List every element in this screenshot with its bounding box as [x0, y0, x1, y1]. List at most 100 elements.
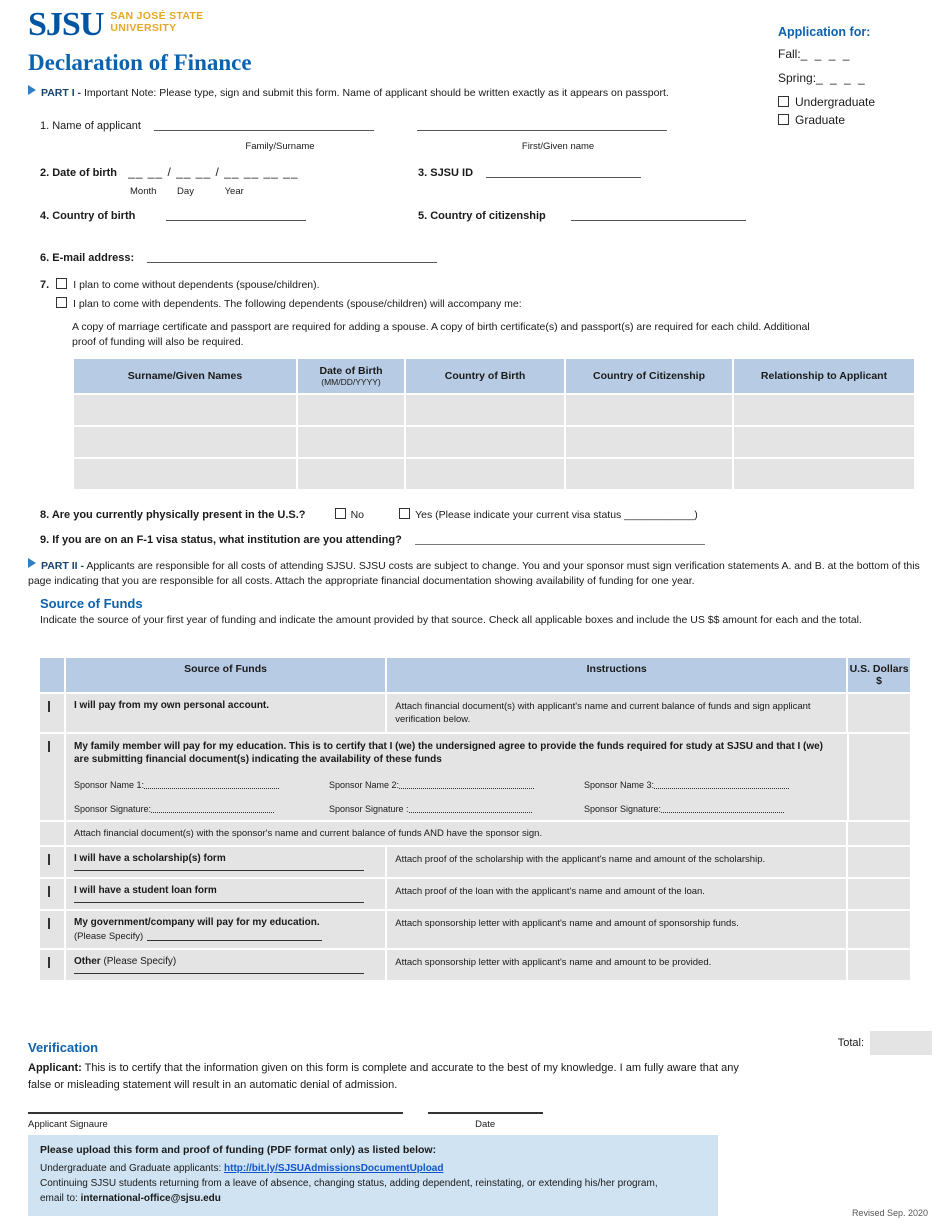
- dep-cell[interactable]: [566, 395, 732, 425]
- dep-col-dob: Date of Birth (MM/DD/YYYY): [298, 359, 404, 393]
- institution-input[interactable]: [414, 533, 705, 545]
- funds-row-2-check[interactable]: [40, 734, 64, 820]
- sponsor-2-signature-input[interactable]: [408, 802, 532, 813]
- family-surname-input[interactable]: [153, 118, 374, 131]
- sponsor-1-signature-input[interactable]: [151, 802, 275, 813]
- sjsu-id-input[interactable]: [486, 165, 642, 178]
- first-given-name-input[interactable]: [417, 118, 668, 131]
- part-2-text: Applicants are responsible for all costs…: [28, 560, 920, 587]
- sponsor-3-name-input[interactable]: [654, 778, 790, 789]
- funds-table: Source of Funds Instructions U.S. Dollar…: [40, 658, 910, 980]
- fall-input[interactable]: _ _ _ _: [801, 47, 852, 61]
- fall-row: Fall: _ _ _ _: [778, 47, 928, 61]
- funds-row-3-check[interactable]: [40, 847, 64, 877]
- checkbox-personal-account[interactable]: [48, 701, 50, 712]
- funds-row-3-instructions: Attach proof of the scholarship with the…: [387, 847, 847, 877]
- funds-row-5-check[interactable]: [40, 911, 64, 948]
- table-row[interactable]: [74, 395, 914, 425]
- funds-row-3-amount[interactable]: [848, 847, 910, 877]
- dep-cell[interactable]: [298, 395, 404, 425]
- logo-wordmark: SJSU: [28, 6, 104, 43]
- dep-col-country-birth: Country of Birth: [406, 359, 564, 393]
- checkbox-government-company[interactable]: [48, 918, 50, 929]
- funds-row-4-check[interactable]: [40, 879, 64, 909]
- funds-row-5-instructions: Attach sponsorship letter with applicant…: [387, 911, 847, 948]
- dep-cell[interactable]: [406, 427, 564, 457]
- funds-row-3-source-text: I will have a scholarship(s) form: [74, 853, 226, 864]
- application-for-block: Application for: Fall: _ _ _ _ Spring: _…: [778, 25, 928, 131]
- funds-row-4-source: I will have a student loan form: [66, 879, 386, 909]
- other-specify-input[interactable]: [74, 973, 364, 974]
- sjsu-logo: SJSU SAN JOSÉ STATE UNIVERSITY: [28, 8, 203, 42]
- dep-cell[interactable]: [406, 395, 564, 425]
- funds-row-2-amount[interactable]: [849, 734, 910, 820]
- dep-cell[interactable]: [74, 459, 296, 489]
- country-of-citizenship-input[interactable]: [570, 208, 746, 221]
- table-row: Attach financial document(s) with the sp…: [40, 822, 910, 845]
- checkbox-other[interactable]: [48, 957, 50, 968]
- country-of-birth-input[interactable]: [166, 208, 307, 221]
- q9-label: 9. If you are on an F-1 visa status, wha…: [40, 534, 402, 546]
- checkbox-us-presence-yes[interactable]: [399, 508, 411, 519]
- sponsor-2-signature: Sponsor Signature :: [329, 802, 584, 814]
- dep-cell[interactable]: [406, 459, 564, 489]
- dep-cell[interactable]: [734, 395, 914, 425]
- checkbox-scholarship[interactable]: [48, 854, 50, 865]
- government-specify-input[interactable]: [147, 928, 323, 941]
- email-input[interactable]: [147, 250, 438, 263]
- document-upload-link[interactable]: http://bit.ly/SJSUAdmissionsDocumentUplo…: [224, 1163, 443, 1174]
- question-7-option-2: I plan to come with dependents. The foll…: [56, 297, 522, 310]
- funds-row-5-amount[interactable]: [848, 911, 910, 948]
- sponsor-3-signature-input[interactable]: [661, 802, 785, 813]
- dep-cell[interactable]: [298, 459, 404, 489]
- applicant-signature-input[interactable]: [28, 1112, 403, 1114]
- spring-input[interactable]: _ _ _ _: [816, 71, 867, 85]
- scholarship-specify-input[interactable]: [74, 870, 364, 871]
- sponsor-3-signature: Sponsor Signature:: [584, 802, 839, 814]
- q3-label: 3. SJSU ID: [418, 167, 474, 179]
- sponsor-1-name-input[interactable]: [144, 778, 280, 789]
- undergraduate-option[interactable]: Undergraduate: [778, 95, 928, 109]
- table-row: My family member will pay for my educati…: [40, 734, 910, 820]
- loan-specify-input[interactable]: [74, 902, 364, 903]
- source-of-funds-desc: Indicate the source of your first year o…: [40, 614, 862, 626]
- checkbox-student-loan[interactable]: [48, 886, 50, 897]
- dob-input[interactable]: __ __ / __ __ / __ __ __ __: [128, 165, 298, 179]
- date-input[interactable]: [428, 1112, 544, 1114]
- part-2-note: PART II - Applicants are responsible for…: [28, 558, 923, 589]
- total-amount-input[interactable]: [870, 1031, 932, 1055]
- sponsor-2-name-input[interactable]: [399, 778, 535, 789]
- funds-row-4-amount[interactable]: [848, 879, 910, 909]
- dep-cell[interactable]: [74, 395, 296, 425]
- international-office-email[interactable]: international-office@sjsu.edu: [81, 1193, 221, 1204]
- funds-row-5-specify-label: (Please Specify): [74, 931, 144, 942]
- undergraduate-label: Undergraduate: [795, 95, 876, 109]
- funds-row-1-amount[interactable]: [848, 694, 910, 732]
- question-6: 6. E-mail address:: [40, 250, 438, 264]
- upload-line-2: Undergraduate and Graduate applicants: h…: [40, 1161, 706, 1176]
- checkbox-without-dependents[interactable]: [56, 278, 68, 289]
- funds-row-6-amount[interactable]: [848, 950, 910, 980]
- checkbox-with-dependents[interactable]: [56, 297, 67, 308]
- dep-cell[interactable]: [298, 427, 404, 457]
- upload-title: Please upload this form and proof of fun…: [40, 1144, 437, 1156]
- table-row: My government/company will pay for my ed…: [40, 911, 910, 948]
- checkbox-undergraduate[interactable]: [778, 96, 789, 107]
- table-row: I will have a student loan form Attach p…: [40, 879, 910, 909]
- dep-cell[interactable]: [734, 459, 914, 489]
- funds-row-6-check[interactable]: [40, 950, 64, 980]
- dep-cell[interactable]: [734, 427, 914, 457]
- question-7: 7. I plan to come without dependents (sp…: [40, 278, 320, 291]
- triangle-bullet-icon: [28, 558, 36, 568]
- table-row[interactable]: [74, 427, 914, 457]
- funds-row-1-check[interactable]: [40, 694, 64, 732]
- dep-cell[interactable]: [566, 459, 732, 489]
- checkbox-family-member[interactable]: [48, 741, 50, 752]
- application-for-title: Application for:: [778, 25, 871, 39]
- table-row[interactable]: [74, 459, 914, 489]
- checkbox-us-presence-no[interactable]: [334, 508, 346, 519]
- family-surname-caption: Family/Surname: [245, 141, 315, 152]
- dep-cell[interactable]: [566, 427, 732, 457]
- dep-cell[interactable]: [74, 427, 296, 457]
- table-row: Other (Please Specify) Attach sponsorshi…: [40, 950, 910, 980]
